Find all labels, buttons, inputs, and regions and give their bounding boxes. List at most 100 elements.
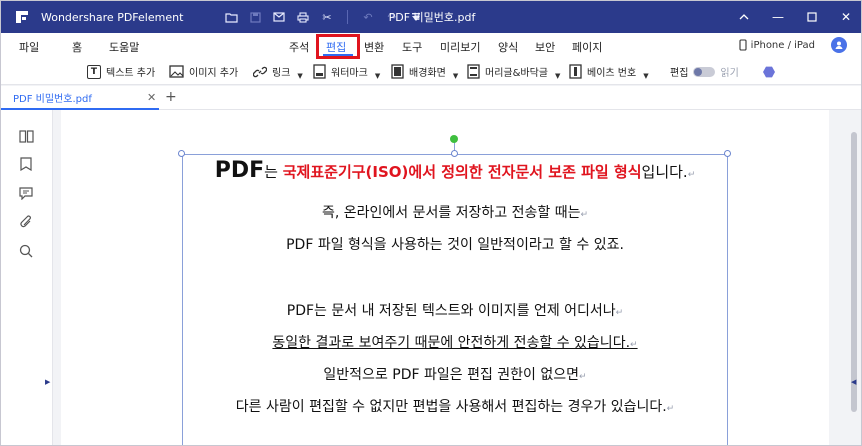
attachment-icon[interactable] <box>18 214 34 230</box>
header-footer-label: 머리글&바닥글 <box>485 68 548 79</box>
menu-home[interactable]: 홈 <box>72 39 82 55</box>
line2-text: 즉, 온라인에서 문서를 저장하고 전송할 때는 <box>321 205 581 221</box>
line6-text: 일반적으로 PDF 파일은 편집 권한이 없으면 <box>323 367 580 383</box>
add-text-button[interactable]: T 텍스트 추가 <box>87 64 155 79</box>
bates-icon <box>569 64 582 79</box>
line7-text: 다른 사람이 편집할 수 없지만 편법을 사용해서 편집하는 경우가 있습니다. <box>235 399 667 415</box>
watermark-button[interactable]: 워터마크 ▼ <box>313 64 381 80</box>
mode-toggle-switch[interactable] <box>693 66 716 77</box>
link-icon <box>253 66 267 77</box>
menu-security[interactable]: 보안 <box>535 39 555 55</box>
paragraph-mark: ↵ <box>580 210 589 220</box>
close-icon[interactable]: ✕ <box>829 1 861 33</box>
add-tab-icon[interactable]: + <box>165 89 177 105</box>
add-image-label: 이미지 추가 <box>189 68 239 79</box>
image-icon <box>169 65 184 78</box>
paragraph-mark: ↵ <box>579 372 587 382</box>
header-footer-button[interactable]: 머리글&바닥글 ▼ <box>467 64 560 80</box>
background-label: 배경화면 <box>409 68 446 79</box>
text-line-5[interactable]: 동일한 결과로 보여주기 때문에 안전하게 전송할 수 있습니다.↵ <box>182 332 728 352</box>
bates-label: 베이츠 번호 <box>587 68 637 79</box>
iphone-ipad-button[interactable]: iPhone / iPad <box>739 39 815 51</box>
menu-file[interactable]: 파일 <box>19 39 39 55</box>
vertical-scrollbar[interactable]: ◀ <box>847 110 861 445</box>
title-bar: Wondershare PDFelement ✂ ↶ ↷ PDF 비밀번호.pd… <box>1 1 861 33</box>
bookmark-icon[interactable] <box>18 156 34 172</box>
undo-icon[interactable]: ↶ <box>360 9 376 25</box>
text-line-3[interactable]: PDF 파일 형식을 사용하는 것이 일반적이라고 할 수 있죠. <box>182 234 728 254</box>
phone-icon <box>739 39 747 51</box>
app-name: Wondershare PDFelement <box>41 10 184 24</box>
line1-prefix: 는 <box>264 163 283 181</box>
menu-tools[interactable]: 도구 <box>402 39 422 55</box>
background-button[interactable]: 배경화면 ▼ <box>391 64 459 80</box>
menu-convert[interactable]: 변환 <box>364 39 384 55</box>
menu-edit[interactable]: 편집 <box>326 39 346 55</box>
comment-icon[interactable] <box>18 185 34 201</box>
search-icon[interactable] <box>18 243 34 259</box>
document-tab[interactable]: PDF 비밀번호.pdf <box>1 86 159 110</box>
pdf-page: PDF는 국제표준기구(ISO)에서 정의한 전자문서 보존 파일 형식입니다.… <box>61 110 829 445</box>
menu-page[interactable]: 페이지 <box>572 39 602 55</box>
menu-preview[interactable]: 미리보기 <box>440 39 480 55</box>
highlighted-red-text: 국제표준기구(ISO)에서 정의한 전자문서 보존 파일 형식 <box>282 163 642 181</box>
thumbnails-icon[interactable] <box>18 128 34 144</box>
watermark-icon <box>313 64 326 79</box>
minimize-icon[interactable]: — <box>761 1 795 33</box>
document-canvas: PDF는 국제표준기구(ISO)에서 정의한 전자문서 보존 파일 형식입니다.… <box>53 110 849 445</box>
paragraph-mark: ↵ <box>630 340 638 350</box>
background-icon <box>391 64 404 79</box>
app-logo-icon <box>11 6 33 28</box>
hexagon-icon <box>763 66 775 78</box>
read-mode-label: 읽기 <box>720 68 739 79</box>
active-tab-underline <box>323 54 353 56</box>
bates-number-button[interactable]: 베이츠 번호 ▼ <box>569 64 649 80</box>
background-dropdown-icon: ▼ <box>452 71 459 80</box>
line4-text: PDF는 문서 내 저장된 텍스트와 이미지를 언제 어디서나 <box>286 303 616 319</box>
menu-form[interactable]: 양식 <box>498 39 518 55</box>
hexagon-tool-button[interactable] <box>763 66 775 78</box>
print-icon[interactable] <box>295 9 311 25</box>
maximize-icon[interactable] <box>795 1 829 33</box>
text-line-6[interactable]: 일반적으로 PDF 파일은 편집 권한이 없으면↵ <box>182 364 728 384</box>
text-line-4[interactable]: PDF는 문서 내 저장된 텍스트와 이미지를 언제 어디서나↵ <box>182 300 728 320</box>
line3-text: PDF 파일 형식을 사용하는 것이 일반적이라고 할 수 있죠. <box>286 237 624 253</box>
window-controls: — ✕ <box>727 1 861 33</box>
scrollbar-thumb[interactable] <box>851 132 857 412</box>
watermark-label: 워터마크 <box>331 68 368 79</box>
link-button[interactable]: 링크 ▼ <box>253 64 303 80</box>
text-line-7[interactable]: 다른 사람이 편집할 수 없지만 편법을 사용해서 편집하는 경우가 있습니다.… <box>182 396 728 416</box>
customize-dropdown-icon[interactable] <box>408 9 424 25</box>
email-icon[interactable] <box>271 9 287 25</box>
user-avatar-icon[interactable] <box>831 37 847 53</box>
right-panel-arrow-icon[interactable]: ◀ <box>851 378 856 386</box>
menu-help[interactable]: 도움말 <box>109 39 139 55</box>
resize-handle-top-right[interactable] <box>724 150 731 157</box>
document-tabs: PDF 비밀번호.pdf ✕ + <box>1 86 861 110</box>
bates-dropdown-icon: ▼ <box>643 71 649 80</box>
resize-handle-top-left[interactable] <box>178 150 185 157</box>
line1-suffix: 입니다. <box>641 163 688 181</box>
paragraph-mark: ↵ <box>687 170 696 180</box>
close-tab-icon[interactable]: ✕ <box>147 91 156 104</box>
watermark-dropdown-icon: ▼ <box>374 71 381 80</box>
ribbon-toggle-icon[interactable] <box>727 1 761 33</box>
left-sidebar: ▶ <box>1 110 53 445</box>
paragraph-mark: ↵ <box>615 308 624 318</box>
add-image-button[interactable]: 이미지 추가 <box>169 64 238 79</box>
app-window: Wondershare PDFelement ✂ ↶ ↷ PDF 비밀번호.pd… <box>0 0 862 446</box>
text-line-2[interactable]: 즉, 온라인에서 문서를 저장하고 전송할 때는↵ <box>182 202 728 222</box>
resize-handle-top[interactable] <box>451 150 458 157</box>
link-label: 링크 <box>272 68 291 79</box>
text-line-1[interactable]: PDF는 국제표준기구(ISO)에서 정의한 전자문서 보존 파일 형식입니다.… <box>182 158 728 183</box>
scissors-icon[interactable]: ✂ <box>319 9 335 25</box>
rotate-handle[interactable] <box>450 135 458 143</box>
expand-sidebar-icon[interactable]: ▶ <box>45 378 50 386</box>
redo-icon[interactable]: ↷ <box>384 9 400 25</box>
open-folder-icon[interactable] <box>223 9 239 25</box>
menu-comment[interactable]: 주석 <box>289 39 309 55</box>
save-icon[interactable] <box>247 9 263 25</box>
toolbar-separator <box>347 10 348 24</box>
line5-text: 동일한 결과로 보여주기 때문에 안전하게 전송할 수 있습니다. <box>272 335 631 351</box>
edit-read-toggle[interactable]: 편집 읽기 <box>670 64 739 79</box>
